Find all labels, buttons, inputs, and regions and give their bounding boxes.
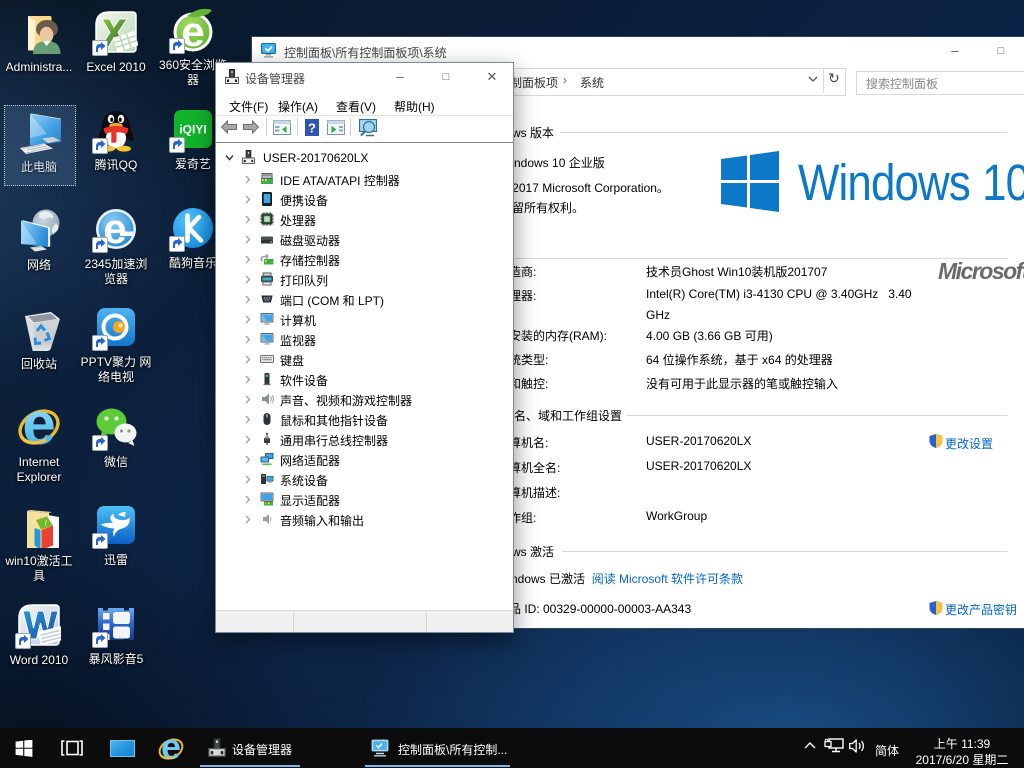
svg-text:iQIYI: iQIYI (179, 123, 206, 137)
svg-text:?: ? (308, 121, 316, 136)
